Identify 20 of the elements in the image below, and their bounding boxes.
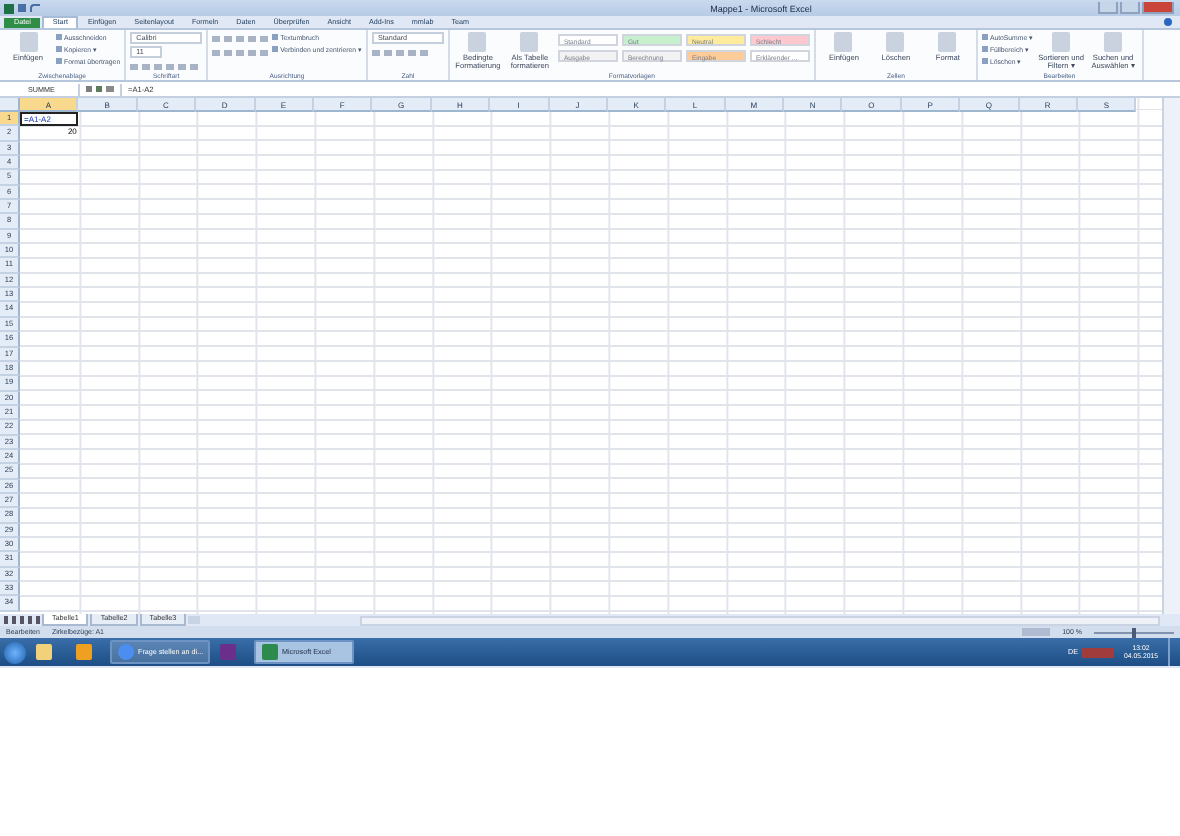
- horizontal-scrollbar[interactable]: [360, 615, 1160, 625]
- save-icon[interactable]: [18, 3, 26, 11]
- app-icon: [220, 644, 236, 660]
- sheet-navigation-icon[interactable]: [4, 616, 40, 624]
- help-icon[interactable]: [1164, 18, 1172, 26]
- excel-logo-icon[interactable]: [4, 3, 14, 13]
- minimize-button[interactable]: [1098, 2, 1118, 14]
- tray-icon[interactable]: [1082, 647, 1115, 657]
- folder-icon: [36, 644, 52, 660]
- spreadsheet-icon: [262, 644, 278, 660]
- new-sheet-icon[interactable]: [188, 616, 201, 624]
- undo-icon[interactable]: [30, 3, 40, 11]
- select-all-button[interactable]: [0, 98, 20, 112]
- start-button[interactable]: [4, 641, 26, 663]
- view-buttons-icon[interactable]: [1022, 628, 1051, 636]
- browser-icon: [118, 644, 134, 660]
- envelope-icon: [76, 644, 92, 660]
- close-button[interactable]: [1142, 2, 1174, 14]
- maximize-button[interactable]: [1120, 2, 1140, 14]
- vertical-scrollbar[interactable]: [1162, 98, 1180, 614]
